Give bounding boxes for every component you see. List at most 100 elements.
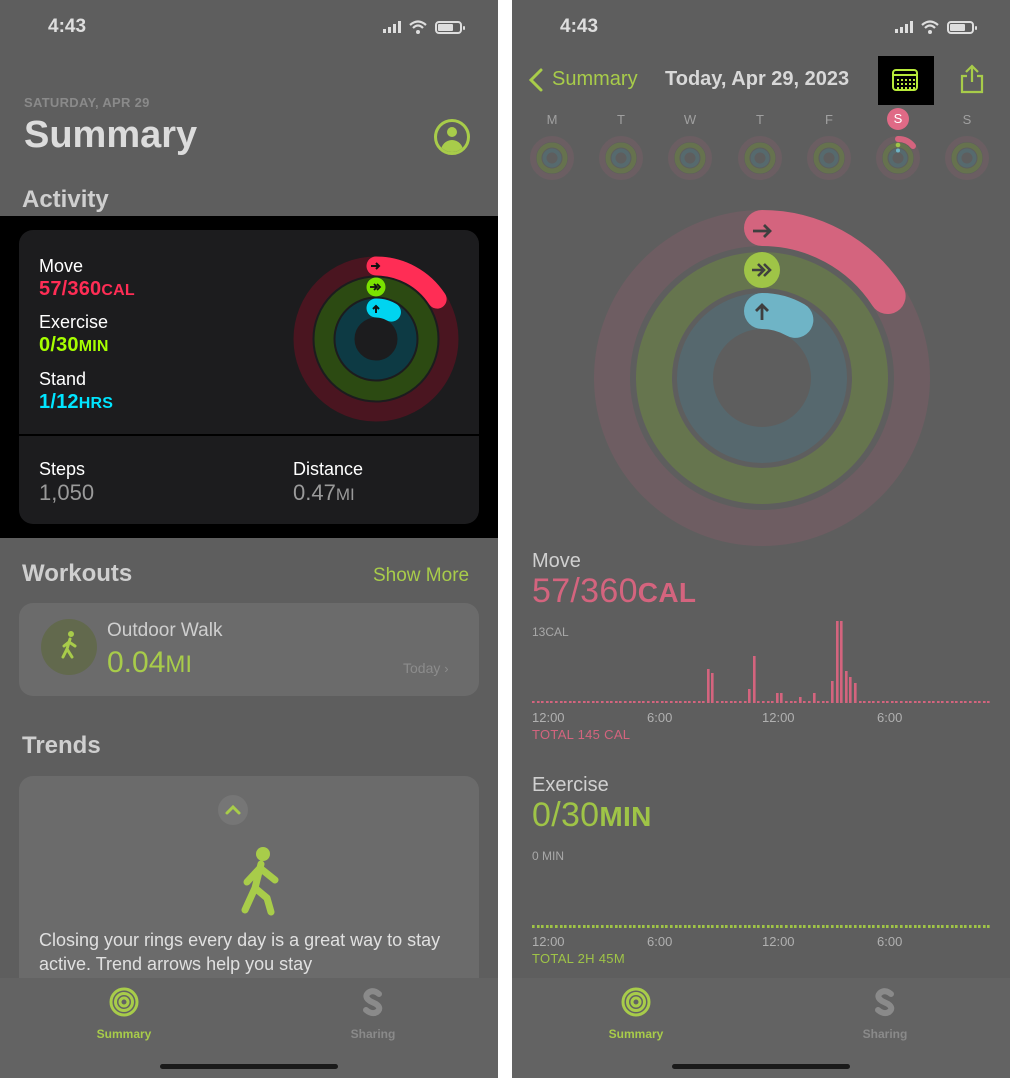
day-ring[interactable]: [667, 135, 713, 181]
exercise-bar: [900, 925, 903, 928]
move-bar: [638, 701, 641, 703]
day-ring[interactable]: [598, 135, 644, 181]
back-button[interactable]: Summary: [552, 68, 638, 91]
move-bar: [592, 701, 595, 703]
exercise-bar: [569, 925, 572, 928]
page-title: Summary: [24, 114, 198, 156]
weekday-label[interactable]: S: [957, 112, 977, 127]
tab-sharing[interactable]: Sharing: [825, 986, 945, 1041]
move-bar: [583, 701, 586, 703]
move-bar: [762, 701, 765, 703]
exercise-bar: [932, 925, 935, 928]
move-bar: [849, 677, 852, 703]
exercise-bar: [780, 925, 783, 928]
tab-bar: Summary Sharing: [0, 978, 498, 1078]
exercise-bar: [822, 925, 825, 928]
move-bar: [891, 701, 894, 703]
move-bar: [537, 701, 540, 703]
weekday-label[interactable]: F: [819, 112, 839, 127]
move-bar: [771, 701, 774, 703]
move-chart-ticks: 12:00 6:00 12:00 6:00: [532, 710, 903, 725]
day-ring[interactable]: [944, 135, 990, 181]
move-bar: [684, 701, 687, 703]
activity-highlight: Move 57/360CAL Exercise 0/30MIN Stand 1/…: [0, 216, 498, 538]
move-bar: [573, 701, 576, 703]
exercise-bar: [725, 925, 728, 928]
exercise-bar: [711, 925, 714, 928]
weekday-label[interactable]: T: [611, 112, 631, 127]
exercise-bar: [633, 925, 636, 928]
weekday-label[interactable]: T: [750, 112, 770, 127]
wifi-icon: [409, 20, 427, 34]
workout-date: Today ›: [403, 660, 449, 676]
weekday-label[interactable]: M: [542, 112, 562, 127]
steps-label: Steps: [39, 459, 86, 479]
calendar-button[interactable]: [878, 56, 934, 105]
move-bar: [785, 701, 788, 703]
move-bar: [532, 701, 535, 703]
move-bar: [969, 701, 972, 703]
activity-rings-icon: [109, 987, 139, 1017]
exercise-bar: [951, 925, 954, 928]
move-bar: [808, 701, 811, 703]
day-ring[interactable]: [737, 135, 783, 181]
exercise-bar: [813, 925, 816, 928]
exercise-bar: [859, 925, 862, 928]
move-bar: [928, 701, 931, 703]
activity-card[interactable]: Move 57/360CAL Exercise 0/30MIN Stand 1/…: [19, 230, 479, 524]
exercise-bar: [941, 925, 944, 928]
move-bar: [817, 701, 820, 703]
stand-label: Stand: [39, 369, 87, 389]
move-bar: [831, 681, 834, 703]
exercise-bar: [675, 925, 678, 928]
move-bar: [964, 701, 967, 703]
day-ring[interactable]: [875, 135, 921, 181]
move-bar: [955, 701, 958, 703]
move-bar: [872, 701, 875, 703]
exercise-bar: [688, 925, 691, 928]
tab-summary[interactable]: Summary: [64, 986, 184, 1041]
exercise-bar: [914, 925, 917, 928]
exercise-bar: [969, 925, 972, 928]
exercise-bar: [587, 925, 590, 928]
exercise-bar: [583, 925, 586, 928]
move-bar: [624, 701, 627, 703]
exercise-bar: [606, 925, 609, 928]
exercise-bar: [748, 925, 751, 928]
weekday-label[interactable]: W: [680, 112, 700, 127]
exercise-bar: [895, 925, 898, 928]
move-bar: [702, 701, 705, 703]
exercise-bar: [537, 925, 540, 928]
show-more-link[interactable]: Show More: [373, 565, 469, 587]
status-icons: [895, 20, 977, 34]
exercise-bar: [868, 925, 871, 928]
tab-summary[interactable]: Summary: [576, 986, 696, 1041]
move-label: Move: [39, 256, 84, 276]
exercise-bar: [964, 925, 967, 928]
profile-avatar-icon[interactable]: [434, 119, 470, 155]
home-indicator: [672, 1064, 850, 1069]
exercise-bar: [978, 925, 981, 928]
activity-rings: [293, 256, 459, 422]
move-bar: [629, 701, 632, 703]
move-bar: [803, 701, 806, 703]
move-bar: [652, 701, 655, 703]
exercise-bar: [803, 925, 806, 928]
exercise-bar: [960, 925, 963, 928]
move-bar: [642, 701, 645, 703]
day-ring[interactable]: [529, 135, 575, 181]
exercise-bar: [872, 925, 875, 928]
home-indicator: [160, 1064, 338, 1069]
day-ring[interactable]: [806, 135, 852, 181]
weekday-label[interactable]: S: [887, 108, 909, 130]
workout-card-outdoor-walk[interactable]: Outdoor Walk 0.04MI Today ›: [19, 603, 479, 696]
tab-sharing[interactable]: Sharing: [313, 986, 433, 1041]
move-bar: [974, 701, 977, 703]
exercise-bar: [652, 925, 655, 928]
exercise-chart-axis-max: 0 MIN: [532, 849, 565, 863]
exercise-bar: [610, 925, 613, 928]
back-chevron-icon[interactable]: [528, 67, 544, 93]
exercise-bar: [983, 925, 986, 928]
move-bar: [693, 701, 696, 703]
share-icon[interactable]: [959, 64, 985, 94]
